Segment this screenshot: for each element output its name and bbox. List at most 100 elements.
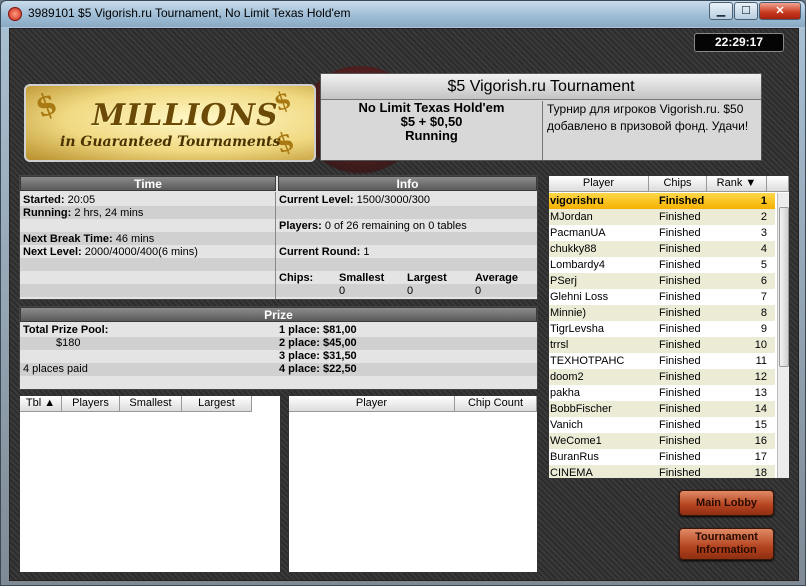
title-bar[interactable]: 3989101 $5 Vigorish.ru Tournament, No Li… (1, 1, 805, 27)
player-row[interactable]: pakha Finished 13 (549, 385, 775, 401)
column-header-chip-count[interactable]: Chip Count (455, 396, 537, 412)
maximize-button[interactable]: ☐ (734, 2, 758, 20)
column-header-player[interactable]: Player (289, 396, 455, 412)
chips-label: Chips: (279, 272, 314, 284)
player-row[interactable]: chukky88 Finished 4 (549, 241, 775, 257)
running-value: 2 hrs, 24 mins (74, 207, 144, 219)
place-label: 4 place: (279, 363, 320, 375)
players-value: 0 of 26 remaining on 0 tables (324, 220, 467, 232)
player-status: Finished (659, 211, 701, 223)
column-header-chips[interactable]: Chips (649, 176, 707, 192)
player-name: MJordan (550, 211, 593, 223)
column-header-tbl[interactable]: Tbl ▲ (20, 396, 62, 412)
tournament-information-button[interactable]: Tournament Information (679, 528, 774, 560)
player-name: TigrLevsha (550, 323, 605, 335)
player-status: Finished (659, 243, 701, 255)
started-row: Started: 20:05 (23, 194, 95, 207)
player-rank: 13 (754, 387, 767, 399)
player-status: Finished (659, 467, 701, 479)
current-round-row: Current Round: 1 (279, 246, 369, 259)
place-value: $31,50 (323, 350, 357, 362)
current-level-row: Current Level: 1500/3000/300 (279, 194, 430, 207)
logo-title: MILLIONS (92, 98, 279, 133)
player-row[interactable]: TigrLevsha Finished 9 (549, 321, 775, 337)
player-rank: 16 (754, 435, 767, 447)
column-header-largest[interactable]: Largest (182, 396, 252, 412)
player-row[interactable]: BuranRus Finished 17 (549, 449, 775, 465)
player-row[interactable]: PacmanUA Finished 3 (549, 225, 775, 241)
player-row[interactable]: vigorishru Finished 1 (549, 193, 775, 209)
poker-chip-icon (8, 7, 22, 21)
next-break-value: 46 mins (115, 233, 155, 245)
column-label: Tbl (25, 397, 42, 409)
player-rank: 18 (754, 467, 767, 479)
player-name: WeCome1 (550, 435, 602, 447)
chips-smallest-value: 0 (339, 285, 346, 297)
player-row[interactable]: BobbFischer Finished 14 (549, 401, 775, 417)
player-row[interactable]: trrsl Finished 10 (549, 337, 775, 353)
tables-list[interactable]: Tbl ▲ Players Smallest Largest (19, 395, 281, 573)
chips-largest-value: 0 (407, 285, 414, 297)
player-rank: 11 (755, 355, 767, 367)
player-rank: 14 (754, 403, 767, 415)
player-rank: 4 (760, 243, 767, 255)
prize-place-row: 1 place: $81,00 (279, 324, 357, 337)
current-level-value: 1500/3000/300 (356, 194, 431, 206)
player-row[interactable]: PSerj Finished 6 (549, 273, 775, 289)
player-status: Finished (659, 259, 701, 271)
minimize-button[interactable]: ▁ (709, 2, 733, 20)
player-row[interactable]: Vanich Finished 15 (549, 417, 775, 433)
column-header-rank[interactable]: Rank ▼ (707, 176, 767, 192)
place-value: $45,00 (323, 337, 357, 349)
player-row[interactable]: Glehni Loss Finished 7 (549, 289, 775, 305)
button-label-line1: Tournament (695, 531, 758, 543)
dollar-sign-icon: $ (30, 85, 63, 126)
player-name: pakha (550, 387, 580, 399)
scrollbar-thumb[interactable] (779, 207, 789, 367)
next-level-value: 2000/4000/400(6 mins) (84, 246, 198, 258)
chips-average-label: Average (475, 272, 519, 284)
started-label: Started: (23, 194, 65, 206)
table-players-list[interactable]: Player Chip Count (288, 395, 538, 573)
chips-smallest-label: Smallest (339, 272, 385, 284)
player-status: Finished (659, 307, 701, 319)
players-label: Players: (279, 220, 322, 232)
sort-asc-icon: ▲ (44, 397, 56, 409)
player-status: Finished (659, 323, 701, 335)
player-rank: 8 (760, 307, 767, 319)
player-row[interactable]: doom2 Finished 12 (549, 369, 775, 385)
player-row[interactable]: Minnie) Finished 8 (549, 305, 775, 321)
player-rank: 3 (760, 227, 767, 239)
player-row[interactable]: MJordan Finished 2 (549, 209, 775, 225)
player-status: Finished (659, 419, 701, 431)
player-name: TEXHOTPAHC (550, 355, 625, 367)
player-rank: 2 (760, 211, 767, 223)
vertical-scrollbar[interactable] (777, 193, 789, 478)
player-status: Finished (659, 371, 701, 383)
tournament-summary: No Limit Texas Hold'em $5 + $0,50 Runnin… (321, 101, 543, 160)
player-row[interactable]: WeCome1 Finished 16 (549, 433, 775, 449)
column-header-player[interactable]: Player (549, 176, 649, 192)
player-row[interactable]: Lombardy4 Finished 5 (549, 257, 775, 273)
player-row[interactable]: TEXHOTPAHC Finished 11 (549, 353, 775, 369)
player-row[interactable]: CINEMA Finished 18 (549, 465, 775, 479)
close-button[interactable]: ✕ (759, 2, 801, 20)
column-header-players[interactable]: Players (62, 396, 120, 412)
players-ranking-list[interactable]: Player Chips Rank ▼ vigorishru Finished 1 M… (548, 175, 790, 479)
tournament-description: Турнир для игроков Vigorish.ru. $50 доба… (547, 102, 749, 133)
player-status: Finished (659, 227, 701, 239)
column-header-smallest[interactable]: Smallest (120, 396, 182, 412)
player-name: Lombardy4 (550, 259, 606, 271)
total-prize-value: $180 (56, 337, 81, 349)
player-name: chukky88 (550, 243, 597, 255)
player-rank: 7 (760, 291, 767, 303)
place-label: 1 place: (279, 324, 320, 336)
player-name: CINEMA (550, 467, 593, 479)
player-name: vigorishru (550, 195, 604, 207)
player-status: Finished (659, 403, 701, 415)
main-lobby-button[interactable]: Main Lobby (679, 490, 774, 516)
tournament-status: Running (405, 128, 458, 143)
buy-in: $5 + $0,50 (400, 114, 463, 129)
window-title: 3989101 $5 Vigorish.ru Tournament, No Li… (28, 6, 351, 20)
prize-place-row: 3 place: $31,50 (279, 350, 357, 363)
